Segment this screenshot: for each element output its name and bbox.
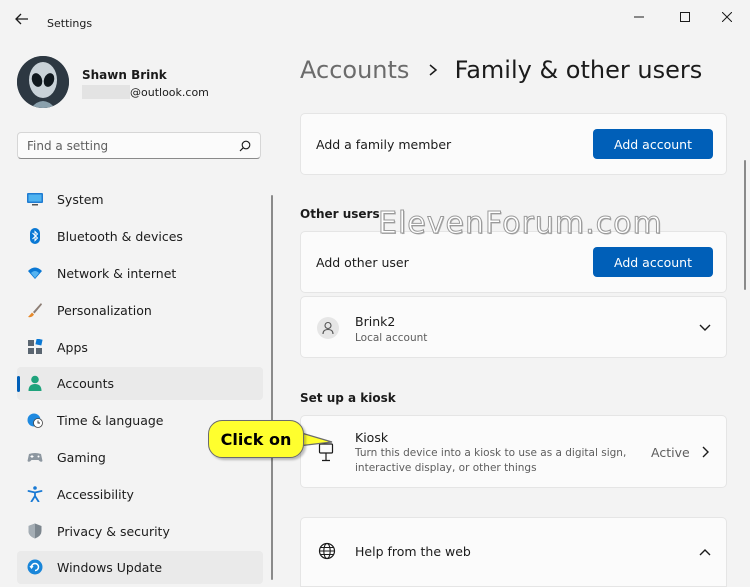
sidebar-item-label: Accessibility bbox=[57, 487, 134, 502]
user-avatar bbox=[317, 317, 339, 339]
sidebar-item-label: Time & language bbox=[57, 413, 164, 428]
update-icon bbox=[27, 559, 43, 575]
sidebar-item-label: Privacy & security bbox=[57, 524, 170, 539]
breadcrumb-chevron-icon bbox=[429, 64, 437, 76]
callout-label: Click on bbox=[208, 420, 304, 458]
sidebar-item-label: Accounts bbox=[57, 376, 114, 391]
help-card[interactable]: Help from the web bbox=[300, 517, 727, 587]
sidebar-item-accounts[interactable]: Accounts bbox=[17, 367, 263, 400]
email-redaction bbox=[82, 85, 130, 99]
sidebar-item-network[interactable]: Network & internet bbox=[17, 257, 263, 290]
person-outline-icon bbox=[322, 321, 334, 335]
add-other-account-button[interactable]: Add account bbox=[593, 247, 713, 277]
shield-icon bbox=[28, 523, 42, 539]
help-label: Help from the web bbox=[355, 544, 471, 559]
user-name: Brink2 bbox=[355, 314, 396, 329]
user-brink2-card[interactable]: Brink2 Local account bbox=[300, 296, 727, 358]
watermark: ElevenForum.com bbox=[378, 206, 663, 242]
system-icon bbox=[27, 193, 43, 206]
search-icon bbox=[239, 140, 251, 152]
kiosk-status: Active bbox=[651, 445, 690, 460]
callout-pointer bbox=[298, 431, 333, 447]
other-users-heading: Other users bbox=[300, 207, 380, 221]
family-label: Add a family member bbox=[316, 137, 452, 152]
wifi-icon bbox=[28, 267, 42, 279]
sidebar-item-bluetooth[interactable]: Bluetooth & devices bbox=[17, 220, 263, 253]
brush-icon bbox=[28, 303, 42, 318]
gamepad-icon bbox=[27, 453, 43, 462]
kiosk-heading: Set up a kiosk bbox=[300, 391, 396, 405]
back-button[interactable] bbox=[10, 10, 34, 28]
kiosk-card[interactable]: Kiosk Turn this device into a kiosk to u… bbox=[300, 415, 727, 488]
kiosk-description-line1: Turn this device into a kiosk to use as … bbox=[355, 447, 627, 459]
maximize-button[interactable] bbox=[662, 0, 708, 34]
person-icon bbox=[28, 375, 42, 391]
back-arrow-icon bbox=[15, 13, 28, 25]
close-button[interactable] bbox=[704, 0, 750, 34]
bluetooth-icon bbox=[30, 228, 40, 244]
kiosk-description-line2: interactive display, or other things bbox=[355, 462, 537, 474]
search-box[interactable]: Find a setting bbox=[17, 132, 261, 159]
kiosk-title: Kiosk bbox=[355, 430, 389, 445]
globe-clock-icon bbox=[27, 413, 43, 428]
window-title: Settings bbox=[47, 17, 93, 30]
family-card: Add a family member Add account bbox=[300, 113, 727, 175]
main-scrollbar[interactable] bbox=[744, 160, 746, 290]
add-family-account-button[interactable]: Add account bbox=[593, 129, 713, 159]
chevron-up-icon bbox=[699, 549, 711, 556]
chevron-right-icon bbox=[702, 446, 709, 458]
sidebar-item-personalization[interactable]: Personalization bbox=[17, 294, 263, 327]
profile-email: @outlook.com bbox=[130, 86, 209, 99]
breadcrumb-parent[interactable]: Accounts bbox=[300, 56, 409, 84]
sidebar-item-label: Gaming bbox=[57, 450, 106, 465]
sidebar-item-label: Apps bbox=[57, 340, 88, 355]
apps-icon bbox=[28, 339, 43, 354]
maximize-icon bbox=[680, 12, 690, 22]
selection-indicator bbox=[17, 376, 20, 392]
minimize-button[interactable] bbox=[616, 0, 662, 34]
user-account-type: Local account bbox=[355, 332, 428, 344]
close-icon bbox=[722, 12, 732, 22]
sidebar-item-apps[interactable]: Apps bbox=[17, 331, 263, 364]
sidebar-item-label: Network & internet bbox=[57, 266, 177, 281]
search-input[interactable]: Find a setting bbox=[27, 139, 108, 153]
accessibility-icon bbox=[27, 486, 43, 502]
globe-icon bbox=[318, 542, 336, 560]
chevron-down-icon[interactable] bbox=[699, 324, 711, 332]
sidebar-scrollbar[interactable] bbox=[271, 195, 273, 580]
sidebar-item-windows-update[interactable]: Windows Update bbox=[17, 551, 263, 584]
page-title: Family & other users bbox=[454, 56, 703, 84]
profile-name: Shawn Brink bbox=[82, 68, 167, 82]
minimize-icon bbox=[634, 16, 644, 18]
sidebar-item-label: System bbox=[57, 192, 104, 207]
alien-avatar-icon bbox=[17, 56, 69, 108]
sidebar-item-accessibility[interactable]: Accessibility bbox=[17, 478, 263, 511]
breadcrumb: Accounts Family & other users bbox=[300, 56, 702, 90]
add-other-user-label: Add other user bbox=[316, 255, 409, 270]
sidebar-item-label: Personalization bbox=[57, 303, 152, 318]
sidebar-item-privacy[interactable]: Privacy & security bbox=[17, 515, 263, 548]
avatar[interactable] bbox=[17, 56, 69, 108]
sidebar-item-label: Windows Update bbox=[57, 560, 163, 575]
sidebar-item-system[interactable]: System bbox=[17, 183, 263, 216]
sidebar-item-label: Bluetooth & devices bbox=[57, 229, 183, 244]
